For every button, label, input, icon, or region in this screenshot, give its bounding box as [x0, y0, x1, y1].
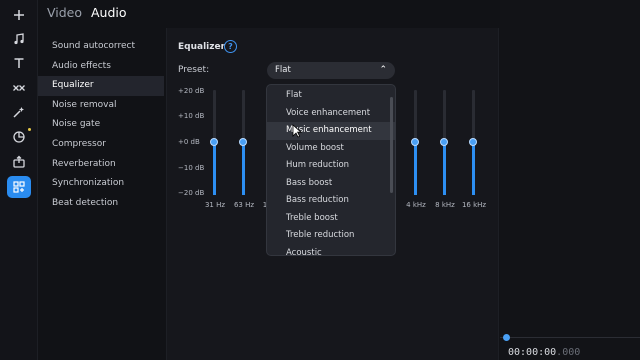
db-label-plus10: +10 dB: [178, 112, 205, 120]
settings-item-audio-effects[interactable]: Audio effects: [38, 57, 164, 77]
preset-select[interactable]: Flat ⌃: [267, 62, 395, 79]
band-label-16khz: 16 kHz: [461, 201, 487, 209]
preset-option-bass-reduction[interactable]: Bass reduction: [267, 192, 395, 210]
text-icon[interactable]: [7, 52, 31, 74]
band-label-8khz: 8 kHz: [435, 201, 455, 209]
music-note-icon[interactable]: [7, 28, 31, 50]
settings-item-equalizer[interactable]: Equalizer: [38, 76, 164, 96]
db-label-minus10: −10 dB: [178, 164, 205, 172]
playhead-handle[interactable]: [503, 334, 510, 341]
band-knob-8khz[interactable]: [440, 137, 448, 146]
export-icon[interactable]: [7, 151, 31, 173]
preset-option-treble-boost[interactable]: Treble boost: [267, 210, 395, 228]
tab-audio[interactable]: Audio: [91, 5, 127, 20]
db-label-plus20: +20 dB: [178, 87, 205, 95]
db-label-zero: +0 dB: [178, 138, 200, 146]
preset-option-volume-boost[interactable]: Volume boost: [267, 140, 395, 158]
help-icon[interactable]: ?: [224, 40, 237, 53]
tool-rail: [0, 0, 38, 360]
band-fill: [472, 142, 475, 195]
db-label-minus20: −20 dB: [178, 189, 205, 197]
band-knob-4khz[interactable]: [411, 137, 419, 146]
band-fill: [213, 142, 216, 195]
band-knob-16khz[interactable]: [469, 137, 477, 146]
band-knob-31hz[interactable]: [210, 137, 218, 146]
band-fill: [443, 142, 446, 195]
dropdown-scrollbar[interactable]: [390, 97, 393, 193]
preset-option-music-enhancement[interactable]: Music enhancement: [267, 122, 395, 140]
chevron-up-icon: ⌃: [379, 65, 387, 75]
preset-option-acoustic[interactable]: Acoustic: [267, 245, 395, 256]
plus-icon[interactable]: [7, 4, 31, 26]
preset-option-flat[interactable]: Flat: [267, 87, 395, 105]
settings-item-compressor[interactable]: Compressor: [38, 135, 164, 155]
settings-item-sound-autocorrect[interactable]: Sound autocorrect: [38, 37, 164, 57]
preset-option-voice-enhancement[interactable]: Voice enhancement: [267, 105, 395, 123]
settings-list: Sound autocorrect Audio effects Equalize…: [38, 37, 164, 213]
equalizer-title: Equalizer: [178, 42, 226, 52]
settings-item-beat-detection[interactable]: Beat detection: [38, 194, 164, 214]
mouse-cursor-icon: [292, 124, 302, 138]
preset-option-hum-reduction[interactable]: Hum reduction: [267, 157, 395, 175]
tab-video[interactable]: Video: [47, 5, 82, 20]
settings-item-noise-removal[interactable]: Noise removal: [38, 96, 164, 116]
settings-item-synchronization[interactable]: Synchronization: [38, 174, 164, 194]
band-knob-63hz[interactable]: [239, 137, 247, 146]
timecode: 00:00:00.000: [508, 347, 580, 358]
settings-item-reverberation[interactable]: Reverberation: [38, 155, 164, 175]
timeline-track[interactable]: [500, 337, 640, 338]
preset-option-bass-boost[interactable]: Bass boost: [267, 175, 395, 193]
preset-dropdown: Flat Voice enhancement Music enhancement…: [266, 84, 396, 256]
preset-value: Flat: [275, 65, 291, 75]
magic-wand-icon[interactable]: [7, 101, 31, 123]
transitions-icon[interactable]: [7, 77, 31, 99]
preset-option-treble-reduction[interactable]: Treble reduction: [267, 227, 395, 245]
preset-label: Preset:: [178, 65, 210, 75]
settings-item-noise-gate[interactable]: Noise gate: [38, 115, 164, 135]
audio-settings-icon[interactable]: [7, 176, 31, 198]
timecode-main: 00:00:00: [508, 347, 557, 358]
notification-dot: [28, 128, 31, 131]
band-fill: [414, 142, 417, 195]
band-label-31hz: 31 Hz: [204, 201, 226, 209]
band-fill: [242, 142, 245, 195]
timecode-fraction: .000: [556, 347, 581, 358]
band-label-4khz: 4 kHz: [406, 201, 426, 209]
preview-panel: [500, 0, 640, 360]
